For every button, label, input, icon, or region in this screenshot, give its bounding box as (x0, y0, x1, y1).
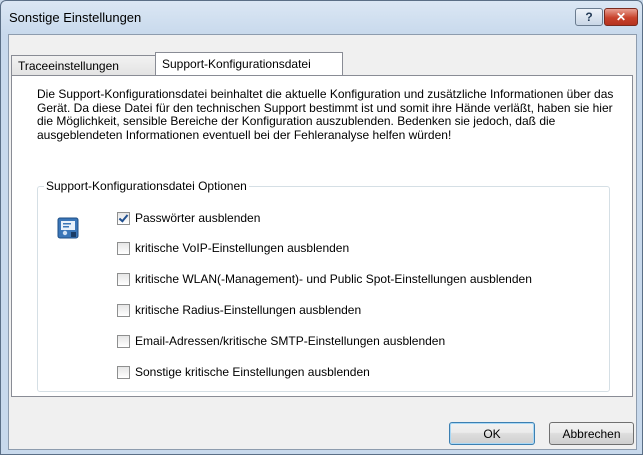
cancel-button[interactable]: Abbrechen (549, 422, 634, 445)
option-hide-wlan[interactable]: kritische WLAN(-Management)- und Public … (117, 271, 532, 287)
option-label: kritische VoIP-Einstellungen ausblenden (135, 241, 350, 255)
checkbox-hide-email-smtp[interactable] (117, 334, 130, 348)
tab-support-config[interactable]: Support-Konfigurationsdatei (155, 52, 343, 75)
option-label: Email-Adressen/kritische SMTP-Einstellun… (135, 334, 446, 348)
option-hide-voip[interactable]: kritische VoIP-Einstellungen ausblenden (117, 240, 349, 256)
close-icon: ✕ (615, 10, 627, 24)
checkbox-hide-passwords[interactable] (117, 211, 130, 225)
dialog-window: Sonstige Einstellungen ? ✕ Traceeinstell… (0, 0, 643, 455)
options-group: Support-Konfigurationsdatei Optionen Pas… (37, 179, 610, 392)
close-button[interactable]: ✕ (604, 8, 638, 26)
tab-panel: Die Support-Konfigurationsdatei beinhalt… (11, 75, 633, 397)
dialog-body: Traceeinstellungen Support-Konfiguration… (8, 34, 637, 450)
tab-trace-settings[interactable]: Traceeinstellungen (11, 55, 156, 75)
checkbox-hide-radius[interactable] (117, 303, 130, 317)
option-hide-radius[interactable]: kritische Radius-Einstellungen ausblende… (117, 302, 361, 318)
option-label: Sonstige kritische Einstellungen ausblen… (135, 365, 370, 379)
ok-button[interactable]: OK (449, 422, 535, 445)
tab-bar: Traceeinstellungen Support-Konfiguration… (9, 52, 636, 75)
option-hide-email-smtp[interactable]: Email-Adressen/kritische SMTP-Einstellun… (117, 333, 445, 349)
option-label: kritische WLAN(-Management)- und Public … (135, 272, 532, 286)
option-label: kritische Radius-Einstellungen ausblende… (135, 303, 362, 317)
option-hide-other[interactable]: Sonstige kritische Einstellungen ausblen… (117, 364, 370, 380)
option-hide-passwords[interactable]: Passwörter ausblenden (117, 210, 260, 226)
description-text: Die Support-Konfigurationsdatei beinhalt… (37, 87, 614, 142)
window-title: Sonstige Einstellungen (9, 10, 142, 25)
group-title: Support-Konfigurationsdatei Optionen (44, 179, 249, 193)
help-button[interactable]: ? (575, 8, 603, 26)
config-file-icon (57, 217, 79, 239)
option-label: Passwörter ausblenden (135, 211, 261, 225)
checkbox-hide-other[interactable] (117, 365, 130, 379)
question-icon: ? (585, 10, 593, 24)
checkbox-hide-wlan[interactable] (117, 272, 130, 286)
checkbox-hide-voip[interactable] (117, 241, 130, 255)
